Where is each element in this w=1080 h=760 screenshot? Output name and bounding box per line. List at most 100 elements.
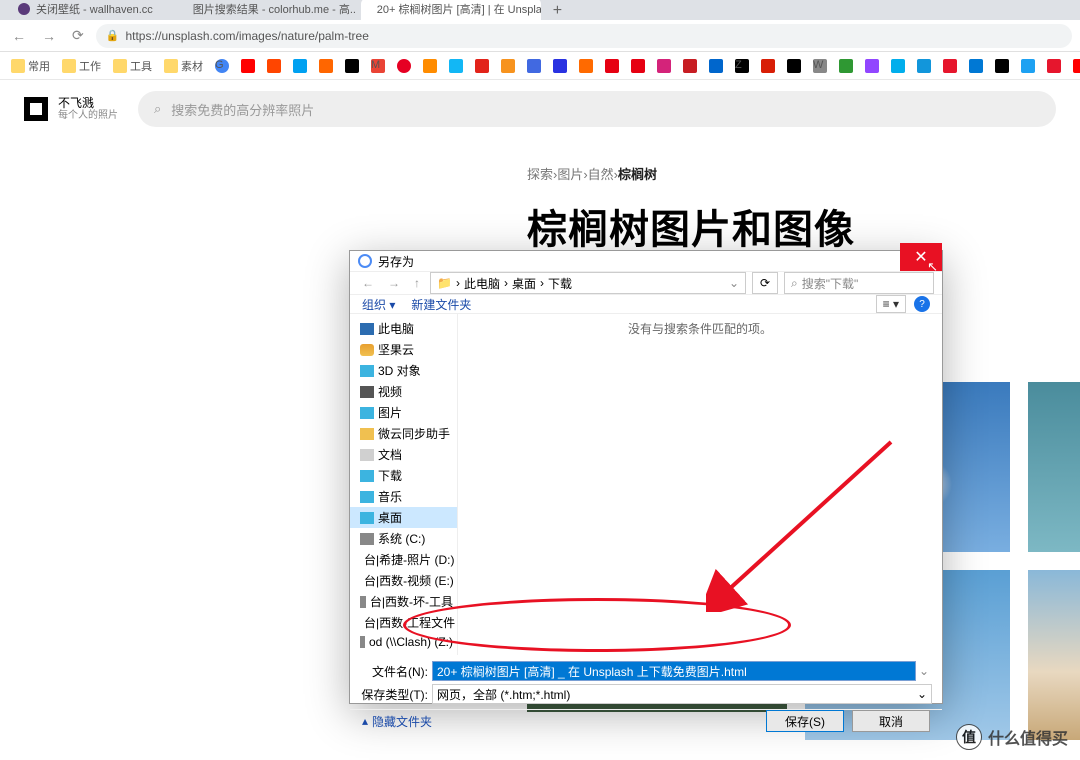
new-folder-button[interactable]: 新建文件夹 xyxy=(411,296,471,313)
bookmark-item[interactable] xyxy=(914,57,934,75)
new-tab-button[interactable]: + xyxy=(545,2,570,20)
nav-up-icon[interactable]: ↑ xyxy=(410,276,424,290)
bookmark-item[interactable] xyxy=(836,57,856,75)
help-button[interactable]: ? xyxy=(914,296,930,312)
bookmark-item[interactable] xyxy=(784,57,804,75)
tree-node[interactable]: 台|希捷-照片 (D:) xyxy=(350,549,457,570)
folder-icon xyxy=(360,344,374,356)
app-icon xyxy=(358,254,372,268)
bookmark-item[interactable]: W xyxy=(810,57,830,75)
breadcrumb[interactable]: 探索›图片›自然›棕榈树 xyxy=(527,164,1080,183)
bookmark-item[interactable] xyxy=(862,57,882,75)
bookmark-item[interactable] xyxy=(264,57,284,75)
bookmark-item[interactable] xyxy=(1044,57,1064,75)
tree-node[interactable]: 台|西数-工程文件 xyxy=(350,612,457,633)
bookmark-item[interactable] xyxy=(940,57,960,75)
tree-node[interactable]: 系统 (C:) xyxy=(350,528,457,549)
bookmark-item[interactable] xyxy=(290,57,310,75)
bookmark-item[interactable] xyxy=(576,57,596,75)
tree-node[interactable]: 音乐 xyxy=(350,486,457,507)
bookmark-item[interactable] xyxy=(420,57,440,75)
lock-icon: 🔒 xyxy=(106,29,120,42)
folder-search-input[interactable]: ⌕ 搜索"下载" xyxy=(784,272,934,294)
logo-subtitle: 每个人的照片 xyxy=(58,110,118,122)
bookmark-item[interactable] xyxy=(472,57,492,75)
address-bar: ← → ⟳ 🔒 https://unsplash.com/images/natu… xyxy=(0,20,1080,52)
bookmark-item[interactable] xyxy=(1070,57,1080,75)
tree-node[interactable]: 图片 xyxy=(350,402,457,423)
tree-node[interactable]: 视频 xyxy=(350,381,457,402)
bookmark-item[interactable]: M xyxy=(368,57,388,75)
bookmark-item[interactable]: G xyxy=(212,57,232,75)
bookmark-item[interactable] xyxy=(602,57,622,75)
tree-node[interactable]: 下载 xyxy=(350,465,457,486)
tree-node[interactable]: 桌面 xyxy=(350,507,457,528)
search-input[interactable]: ⌕ 搜索免费的高分辨率照片 xyxy=(138,91,1056,127)
reload-button[interactable]: ⟳ xyxy=(68,27,88,44)
bookmark-item[interactable] xyxy=(446,57,466,75)
tree-node[interactable]: 此电脑 xyxy=(350,318,457,339)
image-thumbnail[interactable] xyxy=(1028,570,1080,740)
bookmark-item[interactable] xyxy=(238,57,258,75)
chevron-down-icon[interactable]: ⌄ xyxy=(729,276,739,290)
close-button[interactable]: ✕↖ xyxy=(900,243,942,271)
bookmark-item[interactable] xyxy=(654,57,674,75)
bookmark-folder[interactable]: 常用 xyxy=(8,56,53,76)
tree-node[interactable]: 文档 xyxy=(350,444,457,465)
bookmark-item[interactable] xyxy=(550,57,570,75)
nav-back-icon[interactable]: ← xyxy=(358,276,378,290)
bookmark-item[interactable] xyxy=(524,57,544,75)
site-logo[interactable]: 不飞溅 每个人的照片 xyxy=(24,96,118,122)
hide-folders-toggle[interactable]: ▴ 隐藏文件夹 xyxy=(362,713,432,730)
page-title: 棕榈树图片和图像 xyxy=(527,197,1080,255)
nav-forward-icon[interactable]: → xyxy=(384,276,404,290)
save-button[interactable]: 保存(S) xyxy=(766,710,844,732)
url-input[interactable]: 🔒 https://unsplash.com/images/nature/pal… xyxy=(96,24,1072,48)
browser-tab-active[interactable]: 20+ 棕榈树图片 [高清] | 在 Unspla... xyxy=(361,0,541,20)
tree-node[interactable]: od (\\Clash) (Z:) xyxy=(350,633,457,651)
organize-menu[interactable]: 组织 ▾ xyxy=(362,296,395,313)
bookmark-folder[interactable]: 工具 xyxy=(110,56,155,76)
tree-node[interactable]: 台|西数-视频 (E:) xyxy=(350,570,457,591)
bookmark-item[interactable] xyxy=(1018,57,1038,75)
bookmark-folder[interactable]: 工作 xyxy=(59,56,104,76)
filename-input[interactable]: 20+ 棕榈树图片 [高清] _ 在 Unsplash 上下载免费图片.html xyxy=(432,661,916,681)
tree-node[interactable]: 坚果云 xyxy=(350,339,457,360)
tree-node[interactable]: 微云同步助手 xyxy=(350,423,457,444)
browser-tab[interactable]: 关闭壁纸 - wallhaven.cc xyxy=(8,0,173,20)
bookmark-item[interactable] xyxy=(680,57,700,75)
bookmark-folder[interactable]: 素材 xyxy=(161,56,206,76)
bookmark-item[interactable] xyxy=(342,57,362,75)
tree-node[interactable]: 台|西数-坏-工具 xyxy=(350,591,457,612)
bookmark-item[interactable] xyxy=(316,57,336,75)
path-input[interactable]: 📁 ›此电脑 ›桌面 ›下载 ⌄ xyxy=(430,272,746,294)
save-as-dialog: 另存为 ✕↖ ← → ↑ 📁 ›此电脑 ›桌面 ›下载 ⌄ ⟳ ⌕ 搜索"下载"… xyxy=(349,250,943,704)
search-icon: ⌕ xyxy=(154,101,161,117)
bookmark-item[interactable] xyxy=(966,57,986,75)
bookmark-item[interactable] xyxy=(628,57,648,75)
refresh-button[interactable]: ⟳ xyxy=(752,272,778,294)
filetype-select[interactable]: 网页，全部 (*.htm;*.html)⌄ xyxy=(432,684,932,704)
bookmark-item[interactable] xyxy=(758,57,778,75)
bookmark-item[interactable] xyxy=(394,57,414,75)
cancel-button[interactable]: 取消 xyxy=(852,710,930,732)
bookmark-item[interactable] xyxy=(498,57,518,75)
bookmark-item[interactable]: Z xyxy=(732,57,752,75)
forward-button[interactable]: → xyxy=(38,28,60,44)
watermark-text: 什么值得买 xyxy=(988,725,1068,749)
folder-icon xyxy=(360,470,374,482)
dialog-footer: ▴ 隐藏文件夹 保存(S) 取消 xyxy=(350,709,942,732)
image-thumbnail[interactable] xyxy=(1028,382,1080,552)
bookmark-item[interactable] xyxy=(888,57,908,75)
bookmark-item[interactable] xyxy=(992,57,1012,75)
bookmark-item[interactable] xyxy=(706,57,726,75)
file-list-empty: 没有与搜索条件匹配的项。 xyxy=(458,314,942,655)
browser-tab[interactable]: 图片搜索结果 - colorhub.me - 高... xyxy=(177,0,357,20)
tree-node[interactable]: 3D 对象 xyxy=(350,360,457,381)
folder-icon xyxy=(360,449,374,461)
back-button[interactable]: ← xyxy=(8,28,30,44)
view-mode-button[interactable]: ≡ ▾ xyxy=(876,295,906,313)
dialog-titlebar: 另存为 ✕↖ xyxy=(350,251,942,271)
folder-icon xyxy=(360,323,374,335)
chevron-down-icon[interactable]: ⌄ xyxy=(916,664,932,678)
